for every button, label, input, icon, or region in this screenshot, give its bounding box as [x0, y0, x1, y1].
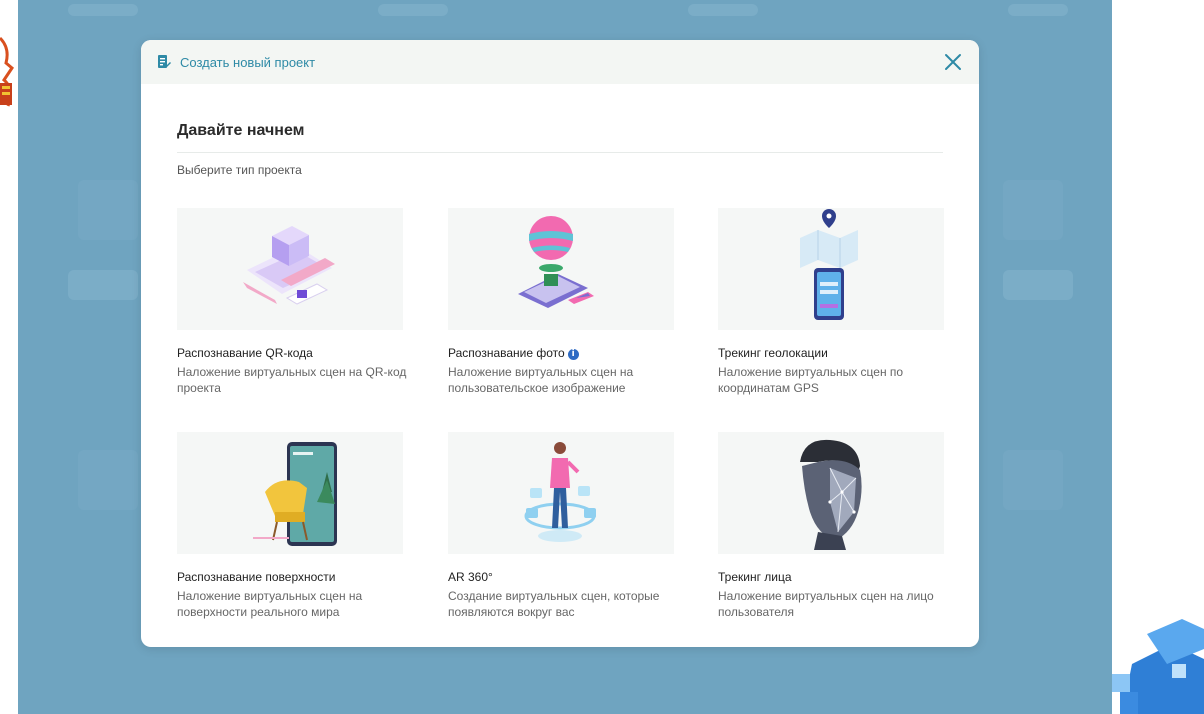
face-tracking-illustration-icon	[800, 439, 862, 550]
project-type-card-qr[interactable]: Распознавание QR-кода Наложение виртуаль…	[177, 208, 406, 395]
ar360-illustration-icon	[524, 442, 596, 542]
card-description: Наложение виртуальных сцен на пользовате…	[448, 365, 634, 395]
photo-recognition-illustration-icon	[518, 216, 594, 308]
background-blurred-element	[1003, 180, 1063, 240]
card-description: Создание виртуальных сцен, которые появл…	[448, 589, 660, 619]
background-blurred-element	[1003, 450, 1063, 510]
cube-decoration-icon	[1112, 619, 1204, 714]
divider	[177, 152, 943, 153]
card-description: Наложение виртуальных сцен на QR-код про…	[177, 365, 407, 395]
section-heading: Давайте начнем	[177, 122, 305, 139]
card-title: Распознавание поверхности	[177, 570, 336, 584]
qr-recognition-illustration-icon	[243, 226, 335, 305]
project-type-card-ar360[interactable]: AR 360° Создание виртуальных сцен, котор…	[448, 432, 674, 619]
card-image	[177, 432, 403, 554]
card-title: Трекинг лица	[718, 570, 792, 584]
card-description: Наложение виртуальных сцен на лицо польз…	[718, 589, 934, 619]
left-edge-panel	[0, 0, 18, 714]
partial-logo-icon	[0, 36, 14, 107]
info-icon[interactable]: i	[567, 349, 579, 360]
card-title-text: Распознавание фото	[448, 346, 565, 360]
card-image	[718, 208, 944, 330]
card-image	[718, 432, 944, 554]
create-project-modal: Создать новый проект Давайте начнем Выбе…	[141, 40, 979, 647]
card-title: Распознавание фото i	[448, 346, 579, 360]
card-title: Трекинг геолокации	[718, 346, 828, 360]
card-image	[448, 208, 674, 330]
close-button[interactable]	[941, 50, 965, 74]
card-title: AR 360°	[448, 570, 493, 584]
card-title: Распознавание QR-кода	[177, 346, 313, 360]
project-type-card-geolocation[interactable]: Трекинг геолокации Наложение виртуальных…	[718, 208, 944, 395]
background-blurred-element	[68, 4, 138, 16]
card-description: Наложение виртуальных сцен по координата…	[718, 365, 904, 395]
project-type-card-photo[interactable]: Распознавание фото i Наложение виртуальны…	[448, 208, 674, 395]
close-icon	[945, 54, 961, 70]
background-blurred-element	[1008, 4, 1068, 16]
card-image	[448, 432, 674, 554]
card-image	[177, 208, 403, 330]
modal-header: Создать новый проект	[141, 40, 979, 84]
project-type-card-face[interactable]: Трекинг лица Наложение виртуальных сцен …	[718, 432, 944, 619]
surface-recognition-illustration-icon	[253, 442, 337, 546]
project-type-card-surface[interactable]: Распознавание поверхности Наложение вирт…	[177, 432, 403, 619]
background-blurred-element	[68, 270, 138, 300]
modal-title: Создать новый проект	[180, 54, 316, 70]
geolocation-illustration-icon	[800, 209, 858, 320]
right-edge-panel	[1112, 0, 1204, 714]
background-blurred-element	[1003, 270, 1073, 300]
card-description: Наложение виртуальных сцен на поверхност…	[177, 589, 363, 619]
background-blurred-element	[378, 4, 448, 16]
background-blurred-element	[78, 450, 138, 510]
document-edit-icon	[158, 55, 171, 68]
background-blurred-element	[688, 4, 758, 16]
project-type-prompt: Выберите тип проекта	[177, 163, 302, 177]
background-blurred-element	[78, 180, 138, 240]
